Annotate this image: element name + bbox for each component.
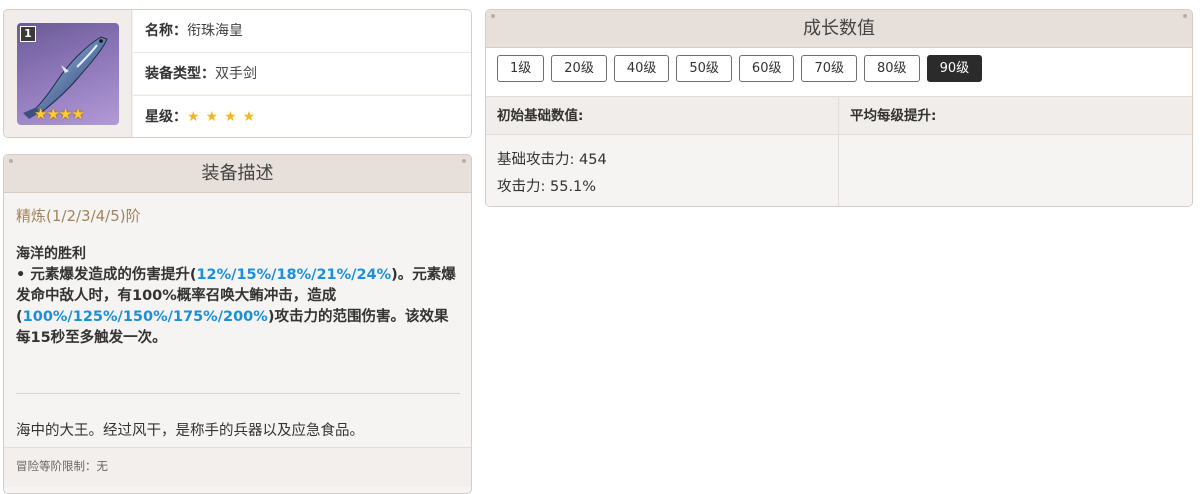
level-button-40[interactable]: 40级 bbox=[613, 55, 670, 82]
level-button-90[interactable]: 90级 bbox=[926, 55, 983, 82]
refine-level-badge: 1 bbox=[20, 26, 36, 42]
level-button-60[interactable]: 60级 bbox=[738, 55, 795, 82]
base-stats-header: 初始基础数值: bbox=[486, 96, 839, 134]
weapon-rarity-row: 星级：★★★★ bbox=[133, 95, 471, 137]
level-button-20[interactable]: 20级 bbox=[551, 55, 607, 82]
per-level-header: 平均每级提升: bbox=[839, 96, 1192, 134]
name-label: 名称： bbox=[145, 23, 187, 39]
weapon-type: 双手剑 bbox=[215, 66, 257, 82]
rarity-stars-icon: ★★★★ bbox=[34, 105, 85, 123]
weapon-name: 衔珠海皇 bbox=[187, 23, 243, 39]
star-icon: ★★★★ bbox=[187, 109, 262, 125]
per-level-cell bbox=[839, 134, 1192, 206]
weapon-info-card: 1 ★★★★ 名称：衔珠海皇 装备类型：双手剑 星级：★★★★ bbox=[3, 9, 472, 138]
weapon-type-row: 装备类型：双手剑 bbox=[133, 52, 471, 94]
level-button-80[interactable]: 80级 bbox=[864, 55, 920, 82]
description-header: 装备描述 bbox=[4, 155, 471, 193]
growth-header: 成长数值 bbox=[486, 10, 1192, 48]
skill-description: • 元素爆发造成的伤害提升(12%/15%/18%/21%/24%)。元素爆发命… bbox=[16, 265, 460, 349]
rarity-label: 星级： bbox=[145, 109, 187, 125]
level-button-1[interactable]: 1级 bbox=[497, 55, 545, 82]
lore-text: 海中的大王。经过风干，是称手的兵器以及应急食品。 bbox=[16, 423, 364, 439]
skill-title: 海洋的胜利 bbox=[16, 246, 86, 262]
atk-percent-stat: 攻击力: 55.1% bbox=[497, 179, 597, 195]
growth-stats-card: 成长数值 1级 20级 40级 50级 60级 70级 80级 90级 初始基础数值: 平均每… bbox=[485, 9, 1193, 207]
description-card: 装备描述 精炼(1/2/3/4/5)阶 海洋的胜利 • 元素爆发造成的伤害提升(… bbox=[3, 154, 472, 494]
level-button-70[interactable]: 70级 bbox=[801, 55, 858, 82]
weapon-image-cell: 1 ★★★★ bbox=[4, 10, 132, 137]
skill-value-highlight: 12%/15%/18%/21%/24% bbox=[196, 267, 392, 283]
type-label: 装备类型： bbox=[145, 66, 215, 82]
refine-label: 精炼(1/2/3/4/5)阶 bbox=[16, 207, 141, 225]
weapon-name-row: 名称：衔珠海皇 bbox=[133, 10, 471, 52]
adventure-rank-limit: 冒险等阶限制：无 bbox=[4, 447, 471, 487]
skill-value-highlight: 100%/125%/150%/175%/200% bbox=[22, 309, 268, 325]
divider bbox=[16, 393, 460, 394]
base-stats-cell: 基础攻击力: 454 攻击力: 55.1% bbox=[486, 134, 839, 206]
level-button-50[interactable]: 50级 bbox=[676, 55, 732, 82]
base-atk-stat: 基础攻击力: 454 bbox=[497, 152, 607, 168]
skill-text-part: • 元素爆发造成的伤害提升( bbox=[16, 267, 197, 283]
level-selector: 1级 20级 40级 50级 60级 70级 80级 90级 bbox=[486, 48, 1192, 96]
fish-sword-icon: 1 ★★★★ bbox=[17, 23, 119, 125]
